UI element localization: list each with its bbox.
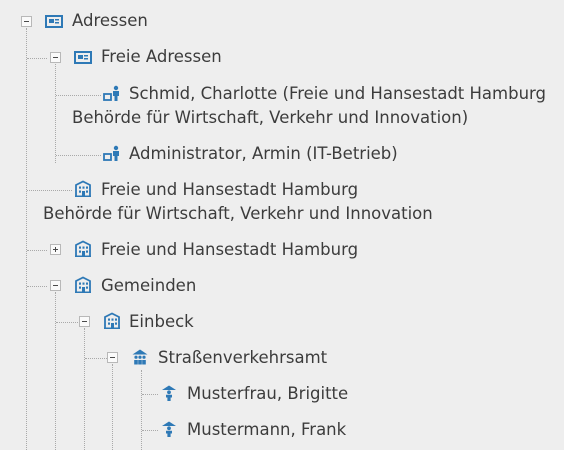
tree-line bbox=[84, 328, 85, 450]
tree-node-organization-hamburg-bwvi[interactable]: Freie und Hansestadt Hamburg bbox=[101, 179, 358, 201]
tree-node-addresses[interactable]: Adressen bbox=[72, 10, 148, 32]
tree-node-organization-hamburg[interactable]: Freie und Hansestadt Hamburg bbox=[101, 239, 358, 261]
tree-line bbox=[56, 155, 101, 156]
collapse-toggle[interactable] bbox=[50, 52, 61, 63]
expand-toggle[interactable] bbox=[50, 244, 61, 255]
tree-line bbox=[55, 64, 56, 163]
tree-line bbox=[142, 430, 158, 431]
tree-node-einbeck[interactable]: Einbeck bbox=[129, 311, 194, 333]
tree-line bbox=[56, 322, 78, 323]
tree-line bbox=[112, 364, 113, 450]
collapse-toggle[interactable] bbox=[21, 16, 32, 27]
person-icon bbox=[162, 421, 176, 437]
tree-node-free-addresses[interactable]: Freie Adressen bbox=[101, 46, 222, 68]
tree-line bbox=[141, 370, 142, 450]
building-icon bbox=[75, 240, 91, 257]
address-card-icon bbox=[45, 15, 63, 28]
tree-node-person-schmid[interactable]: Schmid, Charlotte (Freie und Hansestadt … bbox=[129, 83, 546, 105]
tree-line bbox=[55, 292, 56, 450]
tree-node-road-traffic-office[interactable]: Straßenverkehrsamt bbox=[158, 347, 327, 369]
building-icon bbox=[104, 312, 120, 329]
tree-line bbox=[56, 95, 101, 96]
building-icon bbox=[75, 276, 91, 293]
tree-node-member-musterfrau[interactable]: Musterfrau, Brigitte bbox=[187, 383, 348, 405]
tree-node-member-mustermann[interactable]: Mustermann, Frank bbox=[187, 419, 346, 441]
building-icon bbox=[75, 180, 91, 197]
tree-line bbox=[142, 394, 158, 395]
user-link-icon bbox=[103, 85, 119, 101]
tree-node-organization-hamburg-bwvi-line2[interactable]: Behörde für Wirtschaft, Verkehr und Inno… bbox=[43, 203, 433, 225]
tree-line bbox=[27, 190, 72, 191]
tree-node-municipalities[interactable]: Gemeinden bbox=[101, 275, 196, 297]
collapse-toggle[interactable] bbox=[50, 280, 61, 291]
tree-line bbox=[26, 28, 27, 450]
collapse-toggle[interactable] bbox=[79, 316, 90, 327]
tree-line bbox=[27, 58, 47, 59]
tree-node-person-schmid-line2[interactable]: Behörde für Wirtschaft, Verkehr und Inno… bbox=[72, 107, 468, 129]
department-icon bbox=[132, 349, 148, 365]
person-icon bbox=[162, 385, 176, 401]
tree-line bbox=[27, 286, 47, 287]
tree-line bbox=[27, 250, 47, 251]
address-card-icon bbox=[74, 51, 92, 64]
tree-line bbox=[85, 358, 107, 359]
tree-node-person-administrator[interactable]: Administrator, Armin (IT-Betrieb) bbox=[129, 143, 398, 165]
user-link-icon bbox=[103, 145, 119, 161]
collapse-toggle[interactable] bbox=[107, 352, 118, 363]
